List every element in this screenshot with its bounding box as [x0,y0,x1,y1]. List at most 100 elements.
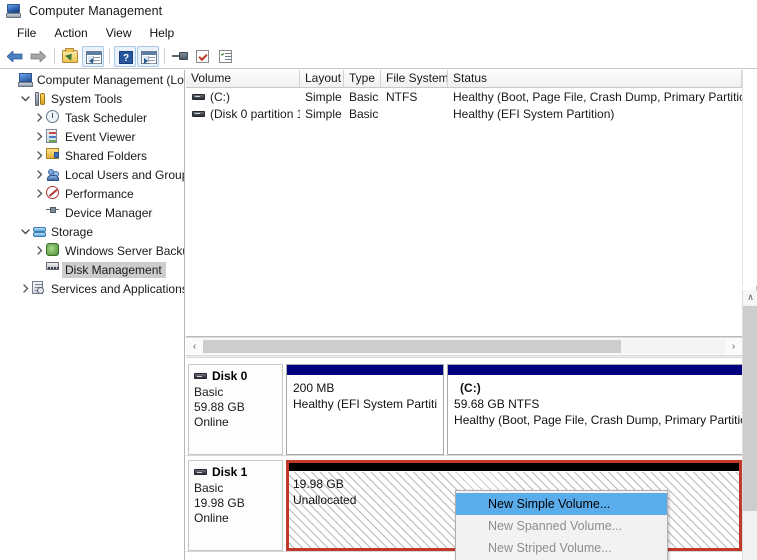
show-hide-console-tree-icon[interactable] [82,45,104,67]
sidebar-item-label: Event Viewer [65,129,136,144]
sidebar-item-disk-management[interactable]: Disk Management [0,260,184,279]
show-action-pane-icon[interactable] [137,45,159,67]
column-header-file-system[interactable]: File System [381,70,448,87]
partition-block[interactable]: (C:) 59.68 GB NTFS Healthy (Boot, Page Fil… [447,364,742,455]
cell-text: (Disk 0 partition 1) [210,106,300,121]
sidebar-item-label: Computer Management (Local [37,72,185,87]
partition-size: 200 MB [293,381,335,395]
hscroll-track[interactable] [203,338,725,354]
disk-title: Disk 0 [194,369,277,383]
forward-arrow-icon[interactable] [27,46,49,67]
volume-list-rows: (C:) Simple Basic NTFS Healthy (Boot, Page F… [186,88,756,122]
chevron-right-icon[interactable] [18,279,32,298]
menu-help[interactable]: Help [141,24,184,42]
table-row[interactable]: (C:) Simple Basic NTFS Healthy (Boot, Page F… [186,88,756,105]
disk-title: Disk 1 [194,465,277,479]
users-icon [46,167,62,183]
cell-layout: Simple [305,89,342,104]
properties-icon[interactable] [192,46,214,67]
disk-management-icon [46,261,62,278]
chevron-down-icon[interactable] [18,222,32,241]
disk-type: Basic [194,481,224,495]
chevron-right-icon[interactable] [32,241,46,260]
volume-list-hscrollbar[interactable]: ‹ › [186,337,742,354]
table-row[interactable]: (Disk 0 partition 1) Simple Basic Healthy (… [186,105,756,122]
pane-splitter[interactable] [186,355,757,358]
up-folder-icon[interactable] [59,46,81,67]
console-tree-pane: Computer Management (Local System Tools Ta… [0,70,185,560]
hscroll-thumb[interactable] [203,339,621,353]
shared-folders-icon [46,147,62,164]
hscroll-left-arrow[interactable]: ‹ [186,339,203,354]
partition-body: 200 MB Healthy (EFI System Partiti [287,376,444,454]
sidebar-item-label: Shared Folders [65,148,148,163]
menu-file[interactable]: File [8,24,45,42]
disk-row: Disk 0 Basic 59.88 GB Online 200 MB Healthy (… [186,360,742,456]
sidebar-item-local-users-and-groups[interactable]: Local Users and Groups [0,165,184,184]
sidebar-item-computer-management-local[interactable]: Computer Management (Local [0,70,184,89]
chevron-right-icon[interactable] [32,108,46,127]
partition-status: Healthy (Boot, Page File, Crash Dump, Pr… [454,413,742,427]
cell-volume: (C:) [186,90,300,104]
sidebar-item-label: Performance [65,186,134,201]
chevron-right-icon[interactable] [32,184,46,203]
chevron-right-icon[interactable] [32,165,46,184]
disk-capacity: 59.88 GB [194,400,245,414]
partition-title: (C:) [460,381,481,395]
sidebar-item-event-viewer[interactable]: Event Viewer [0,127,184,146]
disk-type: Basic [194,385,224,399]
clock-icon [46,109,62,126]
vscroll-thumb[interactable] [743,306,757,511]
help-icon[interactable]: ? [114,45,136,67]
computer-management-icon [6,3,22,19]
sidebar-item-shared-folders[interactable]: Shared Folders [0,146,184,165]
vscroll-up-arrow[interactable]: ∧ [743,290,757,305]
toolbar-separator [54,48,55,64]
computer-icon [18,72,34,88]
list-view-icon[interactable] [215,46,237,67]
volume-icon [192,93,205,100]
disk-info-panel[interactable]: Disk 0 Basic 59.88 GB Online [188,364,283,455]
sidebar-item-windows-server-backup[interactable]: Windows Server Backup [0,241,184,260]
menu-view[interactable]: View [97,24,141,42]
sidebar-item-system-tools[interactable]: System Tools [0,89,184,108]
chevron-right-icon[interactable] [32,146,46,165]
disk-state: Online [194,415,229,429]
disk-state: Online [194,511,229,525]
hscroll-right-arrow[interactable]: › [725,339,742,354]
partition-capacity-bar [287,365,444,376]
column-header-status[interactable]: Status [448,70,742,87]
menu-bar: File Action View Help [0,22,757,44]
chevron-down-icon[interactable] [18,89,32,108]
partition-block[interactable]: 200 MB Healthy (EFI System Partiti [286,364,445,455]
disk-info-panel[interactable]: Disk 1 Basic 19.98 GB Online [188,460,283,551]
partition-capacity-bar [448,365,742,376]
performance-icon [46,185,62,202]
sidebar-item-services-and-applications[interactable]: Services and Applications [0,279,184,298]
device-manager-icon [46,205,62,221]
column-header-volume[interactable]: Volume [186,70,300,87]
sidebar-item-device-manager[interactable]: Device Manager [0,203,184,222]
title-bar: Computer Management [0,0,757,22]
window-title: Computer Management [29,4,163,18]
sidebar-item-storage[interactable]: Storage [0,222,184,241]
event-viewer-icon [46,128,62,145]
partition-body: (C:) 59.68 GB NTFS Healthy (Boot, Page Fil… [448,376,742,454]
sidebar-item-label: Windows Server Backup [65,243,185,258]
sidebar-item-label: Device Manager [65,205,153,220]
menu-item-new-simple-volume[interactable]: New Simple Volume... [456,493,667,515]
chevron-right-icon[interactable] [32,127,46,146]
back-arrow-icon[interactable] [4,46,26,67]
sidebar-item-performance[interactable]: Performance [0,184,184,203]
cell-status: Healthy (Boot, Page File, Crash Dump, Pr… [453,89,742,104]
sidebar-item-task-scheduler[interactable]: Task Scheduler [0,108,184,127]
disk-management-pane: Volume Layout Type File System Status (C:) Si… [186,70,757,560]
menu-action[interactable]: Action [45,24,96,42]
graphical-view-vscrollbar[interactable]: ∧ [742,290,757,560]
backup-icon [46,242,62,259]
system-tools-icon [32,91,48,107]
rescan-disks-icon[interactable] [169,46,191,67]
sidebar-item-label: Storage [51,224,94,239]
column-header-layout[interactable]: Layout [300,70,344,87]
column-header-type[interactable]: Type [344,70,381,87]
